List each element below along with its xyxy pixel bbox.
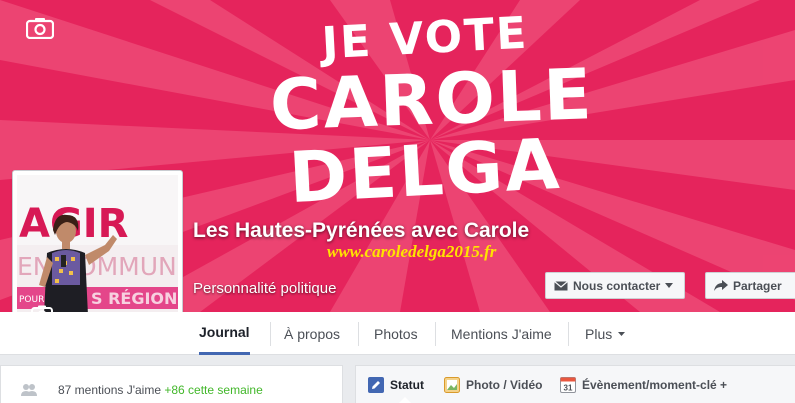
cover-slogan: JE VOTE CAROLE DELGA (269, 8, 595, 219)
photo-icon (444, 377, 460, 393)
tab-label: Journal (199, 324, 250, 340)
event-option-label: Évènement/moment-clé + (582, 378, 728, 392)
likes-week-text: +86 cette semaine (164, 383, 263, 397)
status-option-label: Statut (390, 378, 424, 392)
envelope-icon (554, 280, 568, 290)
likes-count-text: 87 mentions J'aime (58, 383, 162, 397)
tab-about[interactable]: À propos (284, 312, 340, 355)
event-option[interactable]: 31 Évènement/moment-clé + (560, 377, 727, 393)
avatar-sign-line4: S RÉGION (91, 289, 177, 308)
facebook-page: JE VOTE CAROLE DELGA www.caroledelga2015… (0, 0, 795, 403)
likes-summary: 87 mentions J'aime +86 cette semaine (0, 365, 343, 403)
composer-active-caret (398, 397, 412, 403)
contact-button[interactable]: Nous contacter (545, 272, 685, 299)
share-button-label: Partager (733, 278, 782, 293)
page-category[interactable]: Personnalité politique (193, 280, 336, 297)
tab-divider (270, 322, 271, 346)
avatar-sign-line3: POUR (19, 295, 44, 305)
page-tabs: Journal À propos Photos Mentions J'aime … (0, 312, 795, 355)
share-button[interactable]: Partager (705, 272, 795, 299)
chevron-down-icon (618, 331, 626, 336)
tab-divider (435, 322, 436, 346)
camera-icon[interactable] (26, 17, 54, 39)
tab-label: Mentions J'aime (451, 325, 552, 342)
share-arrow-icon (714, 280, 728, 291)
photo-video-option[interactable]: Photo / Vidéo (444, 377, 542, 393)
calendar-day: 31 (564, 384, 573, 393)
pencil-icon (368, 377, 384, 393)
contact-button-label: Nous contacter (573, 278, 661, 293)
photo-video-option-label: Photo / Vidéo (466, 378, 543, 392)
tab-label: Photos (374, 325, 418, 342)
tab-more[interactable]: Plus (585, 312, 626, 355)
cover-url: www.caroledelga2015.fr (327, 242, 497, 261)
people-icon (21, 384, 37, 396)
cover-slogan-line3: DELGA (286, 122, 564, 220)
post-composer: Statut Photo / Vidéo 31 Évènement/moment… (355, 365, 795, 403)
tab-label: Plus (585, 325, 613, 342)
calendar-icon: 31 (560, 377, 576, 393)
status-option[interactable]: Statut (368, 377, 424, 393)
tab-label: À propos (284, 325, 341, 342)
page-title[interactable]: Les Hautes-Pyrénées avec Carole (193, 217, 533, 245)
tab-divider (358, 322, 359, 346)
tab-likes[interactable]: Mentions J'aime (451, 312, 552, 355)
chevron-down-icon (665, 283, 674, 288)
likes-count[interactable]: 87 mentions J'aime +86 cette semaine (58, 383, 263, 397)
tab-journal[interactable]: Journal (199, 312, 250, 355)
tab-photos[interactable]: Photos (374, 312, 418, 355)
tab-divider (568, 322, 569, 346)
